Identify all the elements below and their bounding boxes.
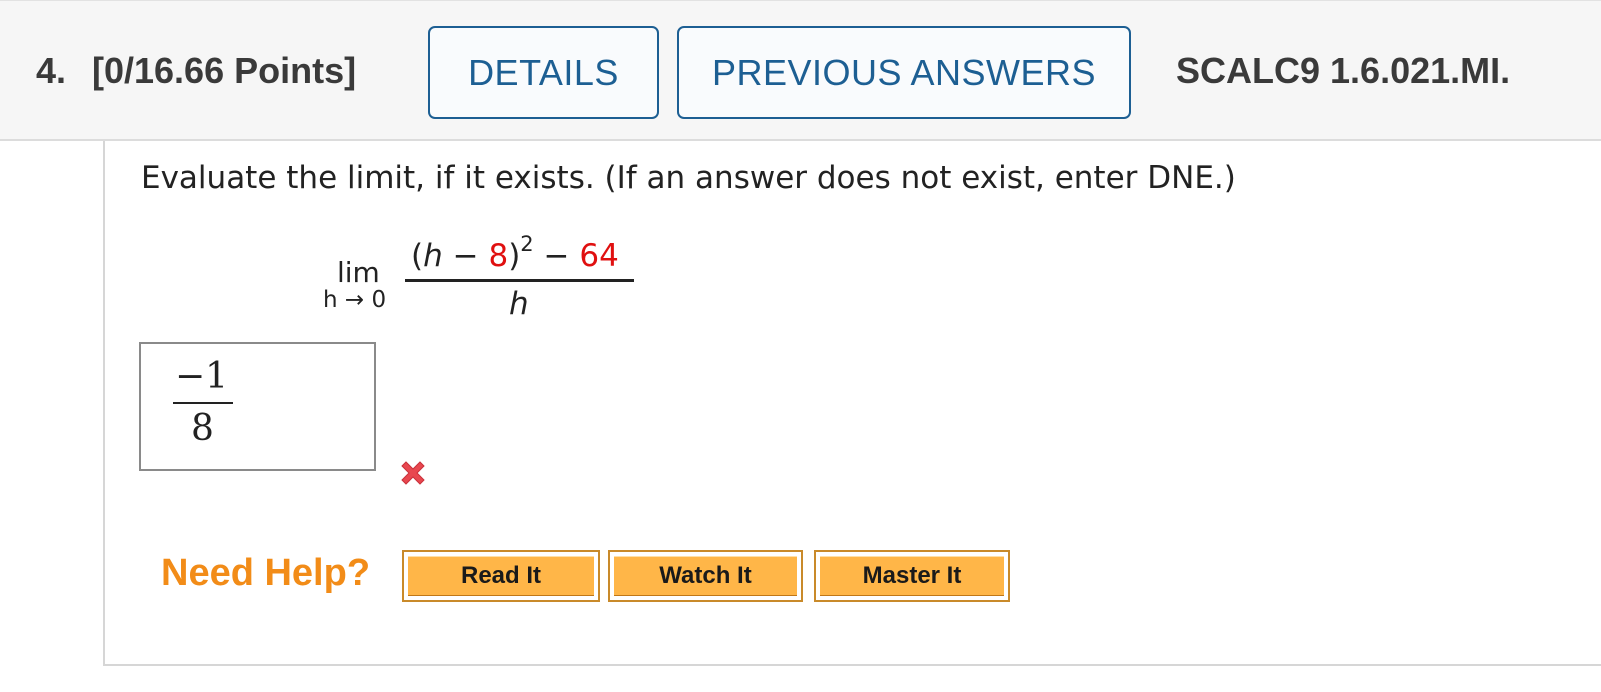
lim-operator: lim <box>337 256 380 289</box>
answer-fraction-bar <box>173 402 233 404</box>
numerator-minus-2: − <box>533 238 580 274</box>
read-it-button[interactable]: Read It <box>402 550 600 602</box>
numerator-constant-64: 64 <box>579 238 619 274</box>
master-it-button[interactable]: Master It <box>814 550 1010 602</box>
answer-numerator: −1 <box>175 356 229 397</box>
watch-it-button[interactable]: Watch It <box>608 550 803 602</box>
previous-answers-button[interactable]: PREVIOUS ANSWERS <box>677 26 1131 119</box>
fraction-denominator: h <box>509 286 529 322</box>
x-mark-icon <box>401 461 425 485</box>
master-it-label: Master It <box>820 556 1004 596</box>
watch-it-label: Watch It <box>614 556 797 596</box>
details-button[interactable]: DETAILS <box>428 26 659 119</box>
question-number: 4. <box>36 50 67 91</box>
question-header: 4. [0/16.66 Points] DETAILS PREVIOUS ANS… <box>0 0 1601 141</box>
source-code: SCALC9 1.6.021.MI. <box>1176 50 1511 91</box>
numerator-exponent: 2 <box>520 232 534 256</box>
numerator-close-paren: ) <box>508 238 521 274</box>
limit-expression: lim h → 0 (h − 8)2 − 64 h <box>323 226 643 326</box>
numerator-variable: h <box>423 238 443 274</box>
answer-input[interactable]: −1 8 <box>139 342 376 471</box>
fraction-bar <box>405 279 634 282</box>
need-help-label: Need Help? <box>161 552 371 594</box>
fraction-numerator: (h − 8)2 − 64 <box>411 232 619 274</box>
lim-subscript: h → 0 <box>323 287 387 313</box>
answer-denominator: 8 <box>191 408 214 449</box>
read-it-label: Read It <box>408 556 594 596</box>
numerator-constant-8: 8 <box>488 238 509 274</box>
numerator-minus-1: − <box>442 238 489 274</box>
question-prompt: Evaluate the limit, if it exists. (If an… <box>141 160 1236 196</box>
question-points: [0/16.66 Points] <box>92 50 357 91</box>
numerator-open-paren: ( <box>411 238 424 274</box>
